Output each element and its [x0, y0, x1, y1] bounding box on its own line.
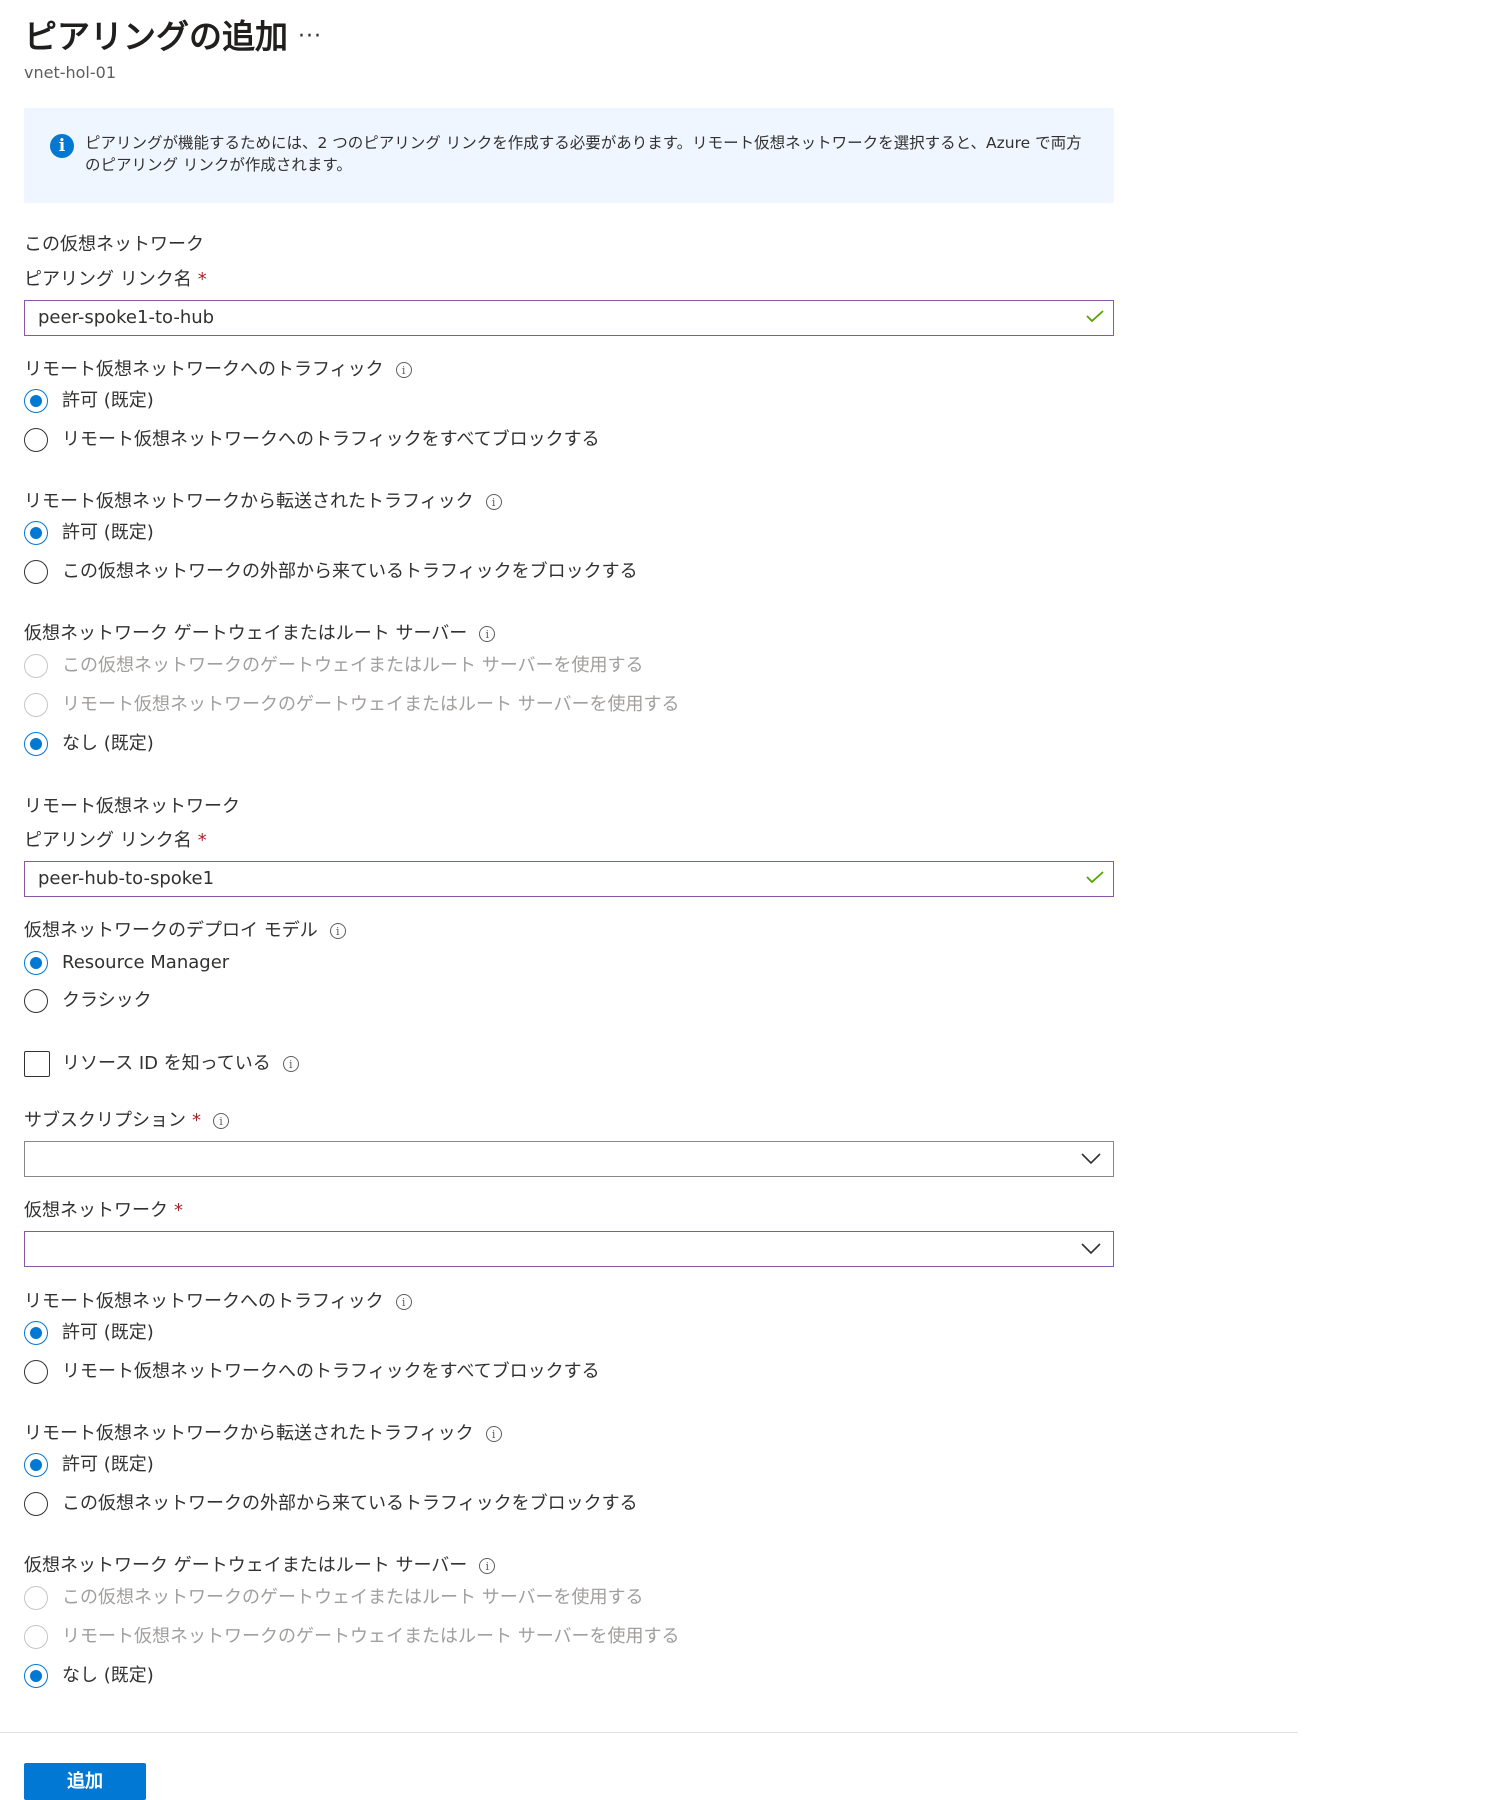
info-tooltip-icon[interactable]: i	[395, 362, 412, 378]
remote-gateway-label: 仮想ネットワーク ゲートウェイまたはルート サーバー i	[24, 1554, 496, 1578]
info-tooltip-icon[interactable]: i	[479, 626, 496, 642]
this-vnet-link-name-value: peer-spoke1-to-hub	[38, 307, 215, 328]
deployment-model-classic-radio[interactable]: クラシック	[24, 986, 152, 1016]
virtual-network-label: 仮想ネットワーク *	[24, 1200, 183, 1221]
info-tooltip-icon[interactable]: i	[213, 1113, 229, 1129]
radio-circle	[24, 1586, 48, 1610]
radio-circle	[24, 521, 48, 545]
this-traffic-to-remote-label: リモート仮想ネットワークへのトラフィック i	[24, 358, 412, 382]
radio-circle	[24, 389, 48, 413]
remote-vnet-link-name-value: peer-hub-to-spoke1	[38, 868, 215, 889]
radio-circle	[24, 693, 48, 717]
radio-circle	[24, 560, 48, 584]
info-banner: i ピアリングが機能するためには、2 つのピアリング リンクを作成する必要があり…	[24, 108, 1114, 203]
radio-circle	[24, 1321, 48, 1345]
this-forwarded-traffic-allow-radio[interactable]: 許可 (既定)	[24, 518, 154, 548]
deployment-model-resource-manager-radio[interactable]: Resource Manager	[24, 948, 229, 978]
remote-traffic-to-remote-block-radio[interactable]: リモート仮想ネットワークへのトラフィックをすべてブロックする	[24, 1357, 600, 1387]
footer-divider	[0, 1732, 1298, 1733]
info-icon: i	[50, 134, 74, 158]
radio-circle	[24, 1625, 48, 1649]
deployment-model-label: 仮想ネットワークのデプロイ モデル i	[24, 919, 346, 943]
info-tooltip-icon[interactable]: i	[282, 1056, 299, 1072]
remote-vnet-link-name-label: ピアリング リンク名 *	[24, 830, 207, 851]
info-tooltip-icon[interactable]: i	[485, 494, 502, 510]
radio-circle	[24, 654, 48, 678]
remote-forwarded-traffic-allow-radio[interactable]: 許可 (既定)	[24, 1450, 154, 1480]
subscription-dropdown[interactable]	[24, 1141, 1114, 1177]
this-gateway-label: 仮想ネットワーク ゲートウェイまたはルート サーバー i	[24, 622, 496, 646]
required-marker: *	[192, 1110, 201, 1131]
this-forwarded-traffic-block-radio[interactable]: この仮想ネットワークの外部から来ているトラフィックをブロックする	[24, 557, 638, 587]
this-traffic-to-remote-allow-radio[interactable]: 許可 (既定)	[24, 386, 154, 416]
this-forwarded-traffic-label: リモート仮想ネットワークから転送されたトラフィック i	[24, 490, 502, 514]
radio-circle	[24, 428, 48, 452]
radio-circle	[24, 1664, 48, 1688]
info-tooltip-icon[interactable]: i	[395, 1294, 412, 1310]
remote-traffic-to-remote-allow-radio[interactable]: 許可 (既定)	[24, 1318, 154, 1348]
valid-check-icon	[1086, 871, 1104, 883]
remote-vnet-link-name-input[interactable]: peer-hub-to-spoke1	[24, 861, 1114, 897]
this-traffic-to-remote-block-radio[interactable]: リモート仮想ネットワークへのトラフィックをすべてブロックする	[24, 425, 600, 455]
info-banner-text: ピアリングが機能するためには、2 つのピアリング リンクを作成する必要があります…	[85, 134, 1082, 174]
radio-circle	[24, 951, 48, 975]
remote-gateway-none-radio[interactable]: なし (既定)	[24, 1661, 154, 1691]
valid-check-icon	[1086, 310, 1104, 322]
remote-forwarded-traffic-label: リモート仮想ネットワークから転送されたトラフィック i	[24, 1422, 502, 1446]
virtual-network-dropdown[interactable]	[24, 1231, 1114, 1267]
more-options-button[interactable]: ···	[298, 22, 322, 52]
checkbox-box	[24, 1051, 50, 1077]
radio-circle	[24, 1453, 48, 1477]
remote-traffic-to-remote-label: リモート仮想ネットワークへのトラフィック i	[24, 1290, 412, 1314]
required-marker: *	[174, 1200, 183, 1221]
this-vnet-link-name-input[interactable]: peer-spoke1-to-hub	[24, 300, 1114, 336]
resource-id-checkbox[interactable]: リソース ID を知っている i	[24, 1049, 299, 1079]
remote-vnet-section-title: リモート仮想ネットワーク	[24, 796, 240, 817]
subscription-label: サブスクリプション * i	[24, 1109, 229, 1133]
add-button[interactable]: 追加	[24, 1763, 146, 1800]
this-gateway-use-this-radio: この仮想ネットワークのゲートウェイまたはルート サーバーを使用する	[24, 651, 644, 681]
info-tooltip-icon[interactable]: i	[485, 1426, 502, 1442]
info-tooltip-icon[interactable]: i	[479, 1558, 496, 1574]
chevron-down-icon	[1081, 1153, 1101, 1165]
this-vnet-section-title: この仮想ネットワーク	[24, 234, 204, 255]
radio-circle	[24, 1492, 48, 1516]
remote-gateway-use-remote-radio: リモート仮想ネットワークのゲートウェイまたはルート サーバーを使用する	[24, 1622, 680, 1652]
chevron-down-icon	[1081, 1243, 1101, 1255]
remote-gateway-use-this-radio: この仮想ネットワークのゲートウェイまたはルート サーバーを使用する	[24, 1583, 644, 1613]
required-marker: *	[197, 269, 207, 290]
radio-circle	[24, 732, 48, 756]
remote-forwarded-traffic-block-radio[interactable]: この仮想ネットワークの外部から来ているトラフィックをブロックする	[24, 1489, 638, 1519]
page-subtitle: vnet-hol-01	[24, 63, 117, 82]
this-gateway-none-radio[interactable]: なし (既定)	[24, 729, 154, 759]
required-marker: *	[197, 830, 207, 851]
page-title: ピアリングの追加	[24, 17, 288, 56]
this-gateway-use-remote-radio: リモート仮想ネットワークのゲートウェイまたはルート サーバーを使用する	[24, 690, 680, 720]
info-tooltip-icon[interactable]: i	[329, 923, 346, 939]
this-vnet-link-name-label: ピアリング リンク名 *	[24, 269, 207, 290]
radio-circle	[24, 1360, 48, 1384]
radio-circle	[24, 989, 48, 1013]
